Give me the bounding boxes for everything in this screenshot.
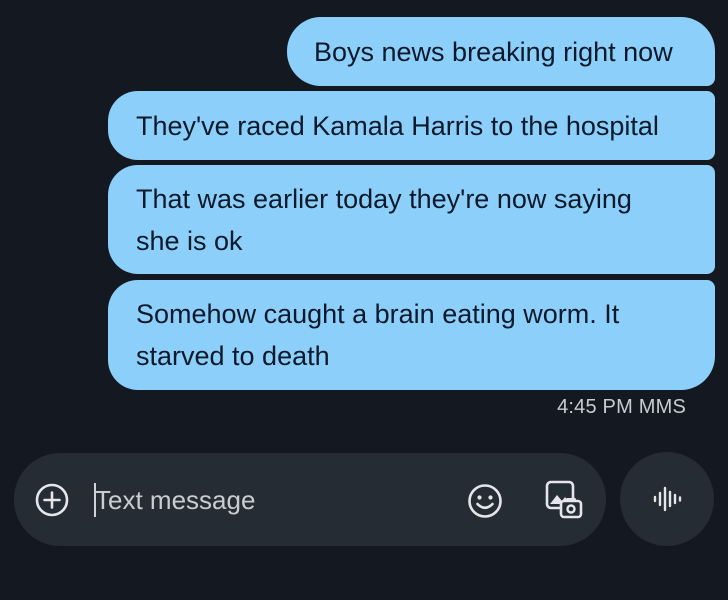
message-text: Somehow caught a brain eating worm. It s… <box>136 299 620 371</box>
add-attachment-button[interactable] <box>34 482 70 518</box>
message-bubble[interactable]: They've raced Kamala Harris to the hospi… <box>108 91 715 160</box>
message-type: MMS <box>638 396 686 418</box>
emoji-button[interactable] <box>466 482 504 520</box>
emoji-icon <box>468 484 502 518</box>
voice-icon <box>653 486 682 512</box>
add-icon <box>35 483 69 517</box>
message-bubble[interactable]: Boys news breaking right now <box>287 17 715 86</box>
gallery-button[interactable] <box>542 478 586 522</box>
voice-message-button[interactable] <box>620 452 714 546</box>
message-status: 4:45 PM MMS <box>557 396 686 419</box>
message-input[interactable] <box>95 484 415 516</box>
message-input-field[interactable] <box>94 478 444 522</box>
message-bubble[interactable]: Somehow caught a brain eating worm. It s… <box>108 280 715 390</box>
compose-bar <box>14 453 606 546</box>
message-time: 4:45 PM <box>557 396 633 418</box>
message-text: They've raced Kamala Harris to the hospi… <box>136 110 659 141</box>
gallery-icon <box>545 480 583 519</box>
message-text: That was earlier today they're now sayin… <box>136 183 632 256</box>
message-bubble[interactable]: That was earlier today they're now sayin… <box>108 165 715 274</box>
message-text: Boys news breaking right now <box>314 36 673 67</box>
message-thread: Boys news breaking right now They've rac… <box>0 0 728 440</box>
